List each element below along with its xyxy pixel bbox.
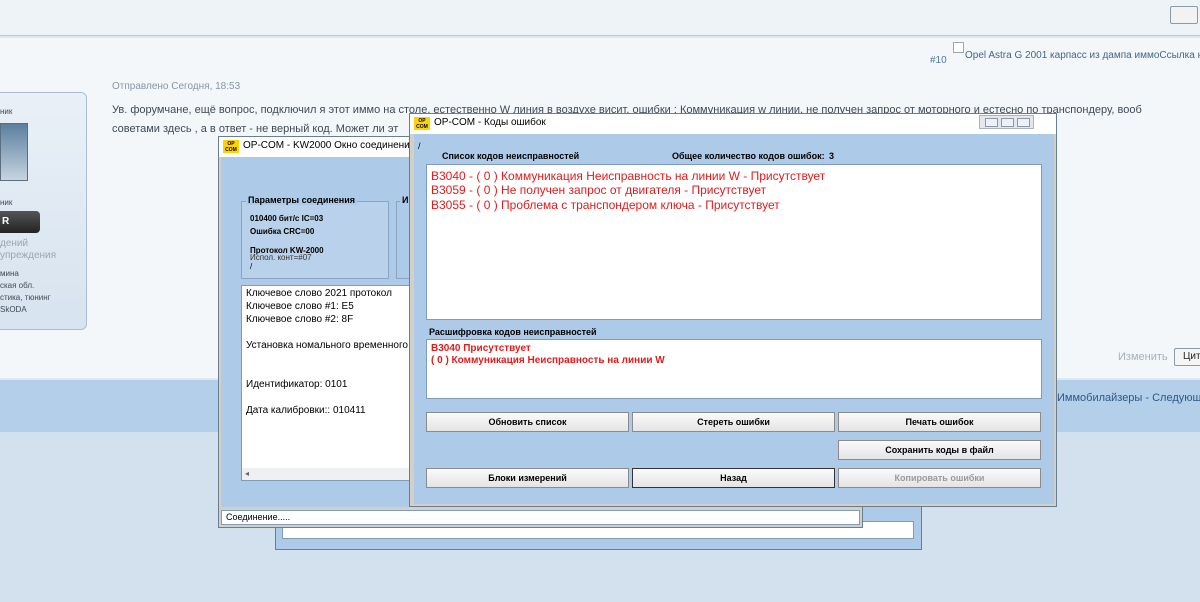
window-controls: [979, 115, 1034, 129]
avatar[interactable]: [0, 123, 28, 181]
post-time: Отправлено Сегодня, 18:53: [112, 81, 241, 92]
kw2000-title: OP-COM - KW2000 Окно соединения: [243, 140, 416, 151]
log-line: Дата калибровки:: 010411: [246, 405, 366, 416]
opcom-icon: OP COM: [223, 140, 239, 153]
user-card: ник ник R дений упреждения мина ская обл…: [0, 92, 87, 330]
param-baud: 010400 бит/с IC=03: [250, 214, 324, 223]
nav-next-link[interactable]: Иммобилайзеры - Следующая: [1057, 392, 1200, 404]
list-item[interactable]: B3040 - ( 0 ) Коммуникация Неисправность…: [431, 169, 825, 183]
kw2000-status: Соединение.....: [221, 510, 860, 525]
horizontal-scrollbar[interactable]: ◂: [242, 468, 415, 480]
error-codes-body: / Список кодов неисправностей Общее коли…: [414, 134, 1054, 504]
save-codes-button[interactable]: Сохранить коды в файл: [838, 440, 1041, 460]
codes-list-title: Список кодов неисправностей: [442, 151, 580, 161]
codes-count-label: Общее количество кодов ошибок:: [672, 151, 825, 161]
user-label-top: ник: [0, 107, 13, 116]
decode-box[interactable]: B3040 Присутствует ( 0 ) Коммуникация Не…: [426, 339, 1042, 399]
error-codes-titlebar[interactable]: OP COM OP-COM - Коды ошибок: [410, 114, 1056, 134]
log-line: Ключевое слово 2021 протокол: [246, 288, 392, 299]
user-info-4: SkODA: [0, 305, 27, 314]
decode-line-1: B3040 Присутствует: [431, 343, 531, 354]
edit-link[interactable]: Изменить: [1118, 351, 1168, 363]
user-link-1[interactable]: дений: [0, 238, 28, 249]
back-button[interactable]: Назад: [632, 468, 835, 488]
connection-params-group: Параметры соединения 010400 бит/с IC=03 …: [241, 195, 389, 279]
param-crc: Ошибка CRC=00: [250, 227, 315, 236]
user-info-1: мина: [0, 269, 19, 278]
clear-errors-button[interactable]: Стереть ошибки: [632, 412, 835, 432]
maximize-icon[interactable]: [1001, 118, 1014, 127]
log-line: Ключевое слово #2: 8F: [246, 314, 354, 325]
list-item[interactable]: B3059 - ( 0 ) Не получен запрос от двига…: [431, 183, 766, 197]
post-number-link[interactable]: #10: [930, 55, 947, 66]
decode-title: Расшифровка кодов неисправностей: [429, 327, 597, 337]
error-codes-title: OP-COM - Коды ошибок: [434, 117, 546, 128]
slash-mark: /: [418, 141, 421, 151]
error-codes-window: OP COM OP-COM - Коды ошибок / Список кодо…: [409, 113, 1057, 507]
kw2000-log[interactable]: Ключевое слово 2021 протокол Ключевое сл…: [241, 285, 416, 481]
decode-line-2: ( 0 ) Коммуникация Неисправность на лини…: [431, 355, 665, 366]
user-info-2: ская обл.: [0, 281, 35, 290]
broken-image[interactable]: Opel Astra G 2001 карпасс из дампа иммоС…: [953, 40, 1200, 74]
copy-errors-button: Копировать ошибки: [838, 468, 1041, 488]
log-line: Установка номального временного: [246, 340, 408, 351]
user-info-3: стика, тюнинг: [0, 293, 51, 302]
connection-params-title: Параметры соединения: [246, 195, 358, 205]
log-line: Ключевое слово #1: E5: [246, 301, 354, 312]
forum-top-bar: [0, 0, 1200, 36]
param-slash: /: [250, 262, 253, 271]
user-label-mid: ник: [0, 198, 13, 207]
close-icon[interactable]: [1017, 118, 1030, 127]
quote-button[interactable]: Цит: [1174, 348, 1200, 366]
measurement-blocks-button[interactable]: Блоки измерений: [426, 468, 629, 488]
codes-list[interactable]: B3040 - ( 0 ) Коммуникация Неисправность…: [426, 164, 1042, 320]
user-link-2[interactable]: упреждения: [0, 250, 56, 261]
codes-count-value: 3: [829, 151, 835, 161]
refresh-list-button[interactable]: Обновить список: [426, 412, 629, 432]
minimize-icon[interactable]: [985, 118, 998, 127]
list-item[interactable]: B3055 - ( 0 ) Проблема с транспондером к…: [431, 198, 780, 212]
user-rank-button[interactable]: R: [0, 211, 40, 233]
print-errors-button[interactable]: Печать ошибок: [838, 412, 1041, 432]
opcom-icon: OP COM: [414, 117, 430, 130]
top-button[interactable]: [1170, 6, 1198, 24]
param-used: Испол. конт=#07: [250, 253, 312, 262]
log-line: Идентификатор: 0101: [246, 379, 348, 390]
